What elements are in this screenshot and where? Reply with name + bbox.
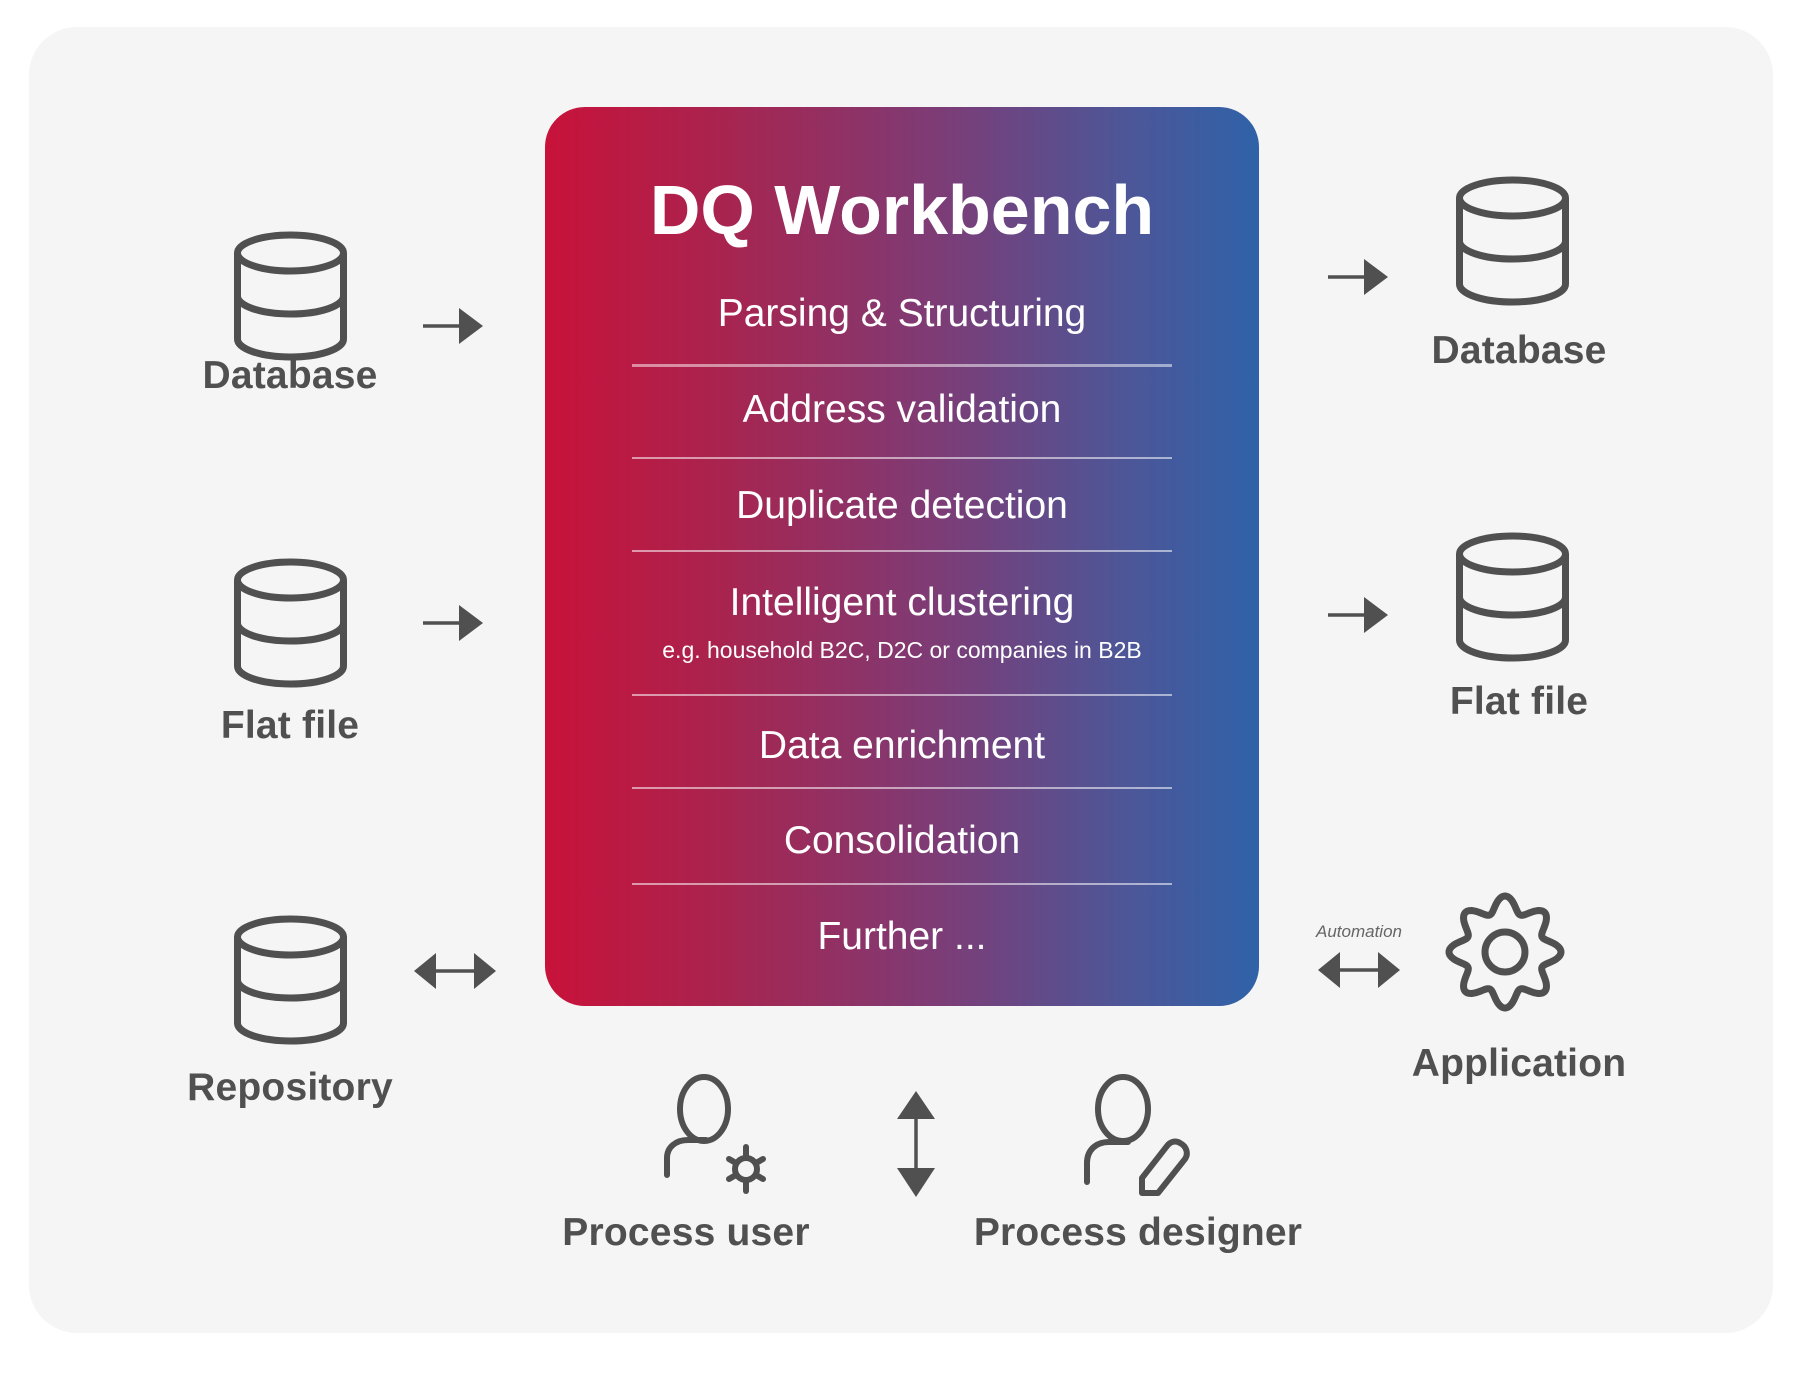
divider — [632, 883, 1172, 885]
workbench-item-parsing: Parsing & Structuring — [717, 292, 1087, 335]
input-repository-icon — [232, 915, 349, 1045]
user-settings-icon — [664, 1068, 774, 1196]
workbench-item-address-validation: Address validation — [742, 388, 1062, 431]
arrow-right-icon — [423, 605, 483, 641]
input-database-label: Database — [202, 354, 378, 397]
arrow-bidirectional-icon — [1318, 952, 1400, 988]
workbench-title: DQ Workbench — [649, 171, 1155, 249]
workbench-item-duplicate-detection: Duplicate detection — [736, 484, 1068, 527]
divider — [632, 364, 1172, 367]
workbench-item-clustering-sublabel: e.g. household B2C, D2C or companies in … — [662, 637, 1142, 663]
workbench-item-data-enrichment: Data enrichment — [758, 724, 1046, 767]
role-process-user-label: Process user — [562, 1211, 810, 1254]
gear-icon — [1440, 887, 1570, 1017]
arrow-right-icon — [423, 308, 483, 344]
arrow-right-icon — [1328, 259, 1388, 295]
output-database-label: Database — [1431, 329, 1607, 372]
input-flat-file-icon — [232, 558, 349, 688]
arrow-right-icon — [1328, 597, 1388, 633]
output-application-label: Application — [1411, 1042, 1627, 1085]
arrow-vertical-bidirectional-icon — [897, 1091, 935, 1197]
input-flat-file-label: Flat file — [220, 704, 360, 747]
divider — [632, 457, 1172, 459]
output-flat-file-icon — [1454, 532, 1571, 662]
dq-workbench-card: DQ Workbench Parsing & Structuring Addre… — [545, 107, 1259, 1006]
arrow-bidirectional-icon — [414, 953, 496, 989]
divider — [632, 787, 1172, 789]
output-database-icon — [1454, 176, 1571, 306]
role-process-designer-label: Process designer — [973, 1211, 1303, 1254]
output-flat-file-label: Flat file — [1449, 680, 1589, 723]
automation-label: Automation — [1316, 922, 1402, 941]
workbench-item-further: Further ... — [817, 915, 987, 958]
user-edit-icon — [1083, 1070, 1193, 1198]
input-database-icon — [232, 231, 349, 361]
workbench-item-consolidation: Consolidation — [783, 819, 1021, 862]
input-repository-label: Repository — [187, 1066, 393, 1109]
divider — [632, 694, 1172, 696]
workbench-item-intelligent-clustering: Intelligent clustering — [729, 581, 1075, 624]
divider — [632, 550, 1172, 552]
